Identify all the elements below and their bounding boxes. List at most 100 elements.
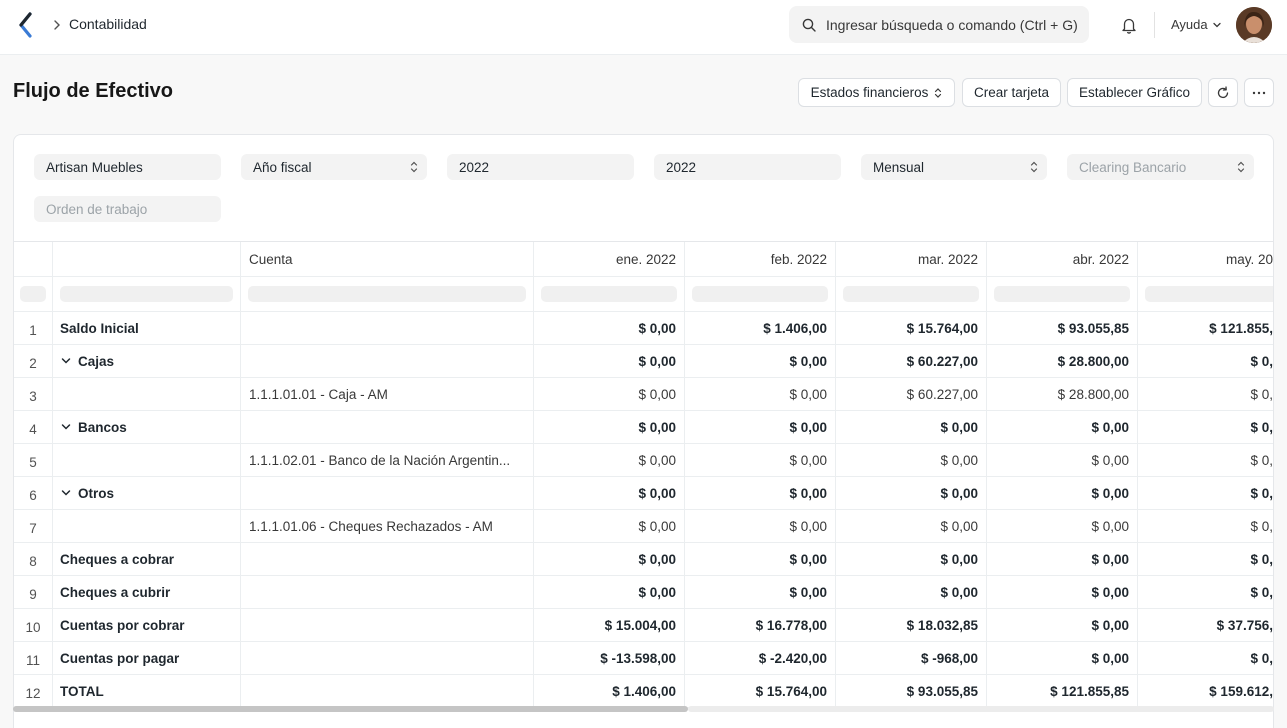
notification-bell-icon[interactable] <box>1120 16 1138 34</box>
estados-financieros-button[interactable]: Estados financieros <box>798 78 955 107</box>
row-label-cell <box>53 510 241 542</box>
table-header-row: Cuenta ene. 2022 feb. 2022 mar. 2022 abr… <box>14 242 1273 277</box>
value-cell-ene: $ 0,00 <box>534 510 685 542</box>
to-year-filter[interactable]: 2022 <box>654 154 841 180</box>
report-card: Artisan Muebles Año fiscal 2022 2022 Men… <box>13 134 1274 728</box>
value-cell-ene: $ 1.406,00 <box>534 675 685 707</box>
breadcrumb-chevron-icon <box>54 20 60 30</box>
search-placeholder: Ingresar búsqueda o comando (Ctrl + G) <box>826 16 1078 33</box>
from-year-filter[interactable]: 2022 <box>447 154 634 180</box>
value-cell-ene: $ 0,00 <box>534 345 685 377</box>
search-input[interactable]: Ingresar búsqueda o comando (Ctrl + G) <box>789 6 1089 43</box>
refresh-icon <box>1217 85 1229 98</box>
row-label-cell[interactable]: Cajas <box>53 345 241 377</box>
value-cell-mar: $ 0,00 <box>836 477 987 509</box>
navbar: Contabilidad Ingresar búsqueda o comando… <box>0 0 1287 55</box>
table-row[interactable]: 6Otros$ 0,00$ 0,00$ 0,00$ 0,00$ 0,00 <box>14 477 1273 510</box>
horizontal-scrollbar-thumb[interactable] <box>13 706 688 712</box>
report-table: Cuenta ene. 2022 feb. 2022 mar. 2022 abr… <box>14 241 1273 711</box>
refresh-button[interactable] <box>1208 78 1238 107</box>
filter-cell[interactable] <box>53 277 241 311</box>
row-number: 7 <box>14 510 53 542</box>
account-cell <box>241 477 534 509</box>
filter-cell[interactable] <box>685 277 836 311</box>
horizontal-scrollbar-track[interactable] <box>688 706 1274 712</box>
column-header-cuenta[interactable]: Cuenta <box>241 242 534 276</box>
table-row[interactable]: 1 Saldo Inicial $ 0,00 $ 1.406,00 $ 15.764,0… <box>14 312 1273 345</box>
value-cell-ene: $ 15.004,00 <box>534 609 685 641</box>
value-cell-may: $ 0,00 <box>1138 378 1273 410</box>
row-label-cell[interactable]: Otros <box>53 477 241 509</box>
row-label-cell[interactable]: Bancos <box>53 411 241 443</box>
table-row[interactable]: 11 Cuentas por pagar $ -13.598,00 $ -2.420,… <box>14 642 1273 675</box>
crear-tarjeta-button[interactable]: Crear tarjeta <box>962 78 1061 107</box>
collapse-chevron-icon[interactable] <box>60 487 72 499</box>
breadcrumb-contabilidad[interactable]: Contabilidad <box>69 16 147 32</box>
user-avatar[interactable] <box>1236 7 1272 43</box>
table-row[interactable]: 10 Cuentas por cobrar $ 15.004,00 $ 16.778,… <box>14 609 1273 642</box>
row-label-cell: Cuentas por pagar <box>53 642 241 674</box>
value-cell-feb: $ 0,00 <box>685 510 836 542</box>
work-order-filter[interactable]: Orden de trabajo <box>34 196 221 222</box>
collapse-chevron-icon[interactable] <box>60 355 72 367</box>
table-row[interactable]: 5 1.1.1.02.01 - Banco de la Nación Argent… <box>14 444 1273 477</box>
period-type-value: Año fiscal <box>253 159 312 175</box>
table-row[interactable]: 7 1.1.1.01.06 - Cheques Rechazados - AM $ … <box>14 510 1273 543</box>
filter-cell[interactable] <box>534 277 685 311</box>
value-cell-mar: $ 0,00 <box>836 543 987 575</box>
value-cell-abr: $ 0,00 <box>987 576 1138 608</box>
app-logo-icon[interactable] <box>18 12 34 38</box>
account-cell: 1.1.1.01.06 - Cheques Rechazados - AM <box>241 510 534 542</box>
value-cell-feb: $ 0,00 <box>685 378 836 410</box>
account-cell <box>241 609 534 641</box>
collapse-chevron-icon[interactable] <box>60 421 72 433</box>
table-row[interactable]: 4Bancos$ 0,00$ 0,00$ 0,00$ 0,00$ 0,00 <box>14 411 1273 444</box>
value-cell-ene: $ -13.598,00 <box>534 642 685 674</box>
value-cell-mar: $ 18.032,85 <box>836 609 987 641</box>
table-row[interactable]: 2 Cajas $ 0,00 $ 0,00 $ 60.227,00 $ 28.800,00… <box>14 345 1273 378</box>
table-row[interactable]: 8 Cheques a cobrar $ 0,00 $ 0,00 $ 0,00 $ 0,0… <box>14 543 1273 576</box>
value-cell-ene: $ 0,00 <box>534 477 685 509</box>
establecer-grafico-button[interactable]: Establecer Gráfico <box>1067 78 1202 107</box>
value-cell-mar: $ 15.764,00 <box>836 312 987 344</box>
value-cell-abr: $ 28.800,00 <box>987 345 1138 377</box>
table-row[interactable]: 12 TOTAL $ 1.406,00 $ 15.764,00 $ 93.055,85 $… <box>14 675 1273 708</box>
value-cell-feb: $ 0,00 <box>685 543 836 575</box>
more-options-button[interactable] <box>1244 78 1274 107</box>
bank-clearing-select[interactable]: Clearing Bancario <box>1067 154 1254 180</box>
periodicity-select[interactable]: Mensual <box>861 154 1047 180</box>
value-cell-abr: $ 0,00 <box>987 411 1138 443</box>
column-header-may[interactable]: may. 2022 <box>1138 242 1273 276</box>
filter-cell[interactable] <box>241 277 534 311</box>
row-number: 4 <box>14 411 53 443</box>
account-cell: 1.1.1.02.01 - Banco de la Nación Argenti… <box>241 444 534 476</box>
column-header-mar[interactable]: mar. 2022 <box>836 242 987 276</box>
row-label-cell: Cheques a cubrir <box>53 576 241 608</box>
value-cell-mar: $ -968,00 <box>836 642 987 674</box>
account-cell <box>241 411 534 443</box>
value-cell-feb: $ 0,00 <box>685 444 836 476</box>
value-cell-may: $ 0,00 <box>1138 477 1273 509</box>
filter-cell[interactable] <box>987 277 1138 311</box>
value-cell-abr: $ 0,00 <box>987 444 1138 476</box>
account-cell <box>241 345 534 377</box>
company-filter[interactable]: Artisan Muebles <box>34 154 221 180</box>
row-label: Cheques a cobrar <box>60 551 175 567</box>
column-header-ene[interactable]: ene. 2022 <box>534 242 685 276</box>
table-row[interactable]: 9 Cheques a cubrir $ 0,00 $ 0,00 $ 0,00 $ 0,0… <box>14 576 1273 609</box>
help-dropdown[interactable]: Ayuda <box>1171 17 1222 32</box>
value-cell-may: $ 0,00 <box>1138 345 1273 377</box>
filter-cell[interactable] <box>1138 277 1273 311</box>
value-cell-mar: $ 60.227,00 <box>836 378 987 410</box>
value-cell-feb: $ 15.764,00 <box>685 675 836 707</box>
value-cell-abr: $ 121.855,85 <box>987 675 1138 707</box>
column-header-abr[interactable]: abr. 2022 <box>987 242 1138 276</box>
periodicity-value: Mensual <box>873 159 925 175</box>
filter-cell[interactable] <box>836 277 987 311</box>
table-row[interactable]: 3 1.1.1.01.01 - Caja - AM $ 0,00 $ 0,00 $ 60… <box>14 378 1273 411</box>
column-header-feb[interactable]: feb. 2022 <box>685 242 836 276</box>
bank-clearing-placeholder: Clearing Bancario <box>1079 159 1187 175</box>
period-type-select[interactable]: Año fiscal <box>241 154 427 180</box>
value-cell-abr: $ 28.800,00 <box>987 378 1138 410</box>
search-icon <box>802 18 816 32</box>
